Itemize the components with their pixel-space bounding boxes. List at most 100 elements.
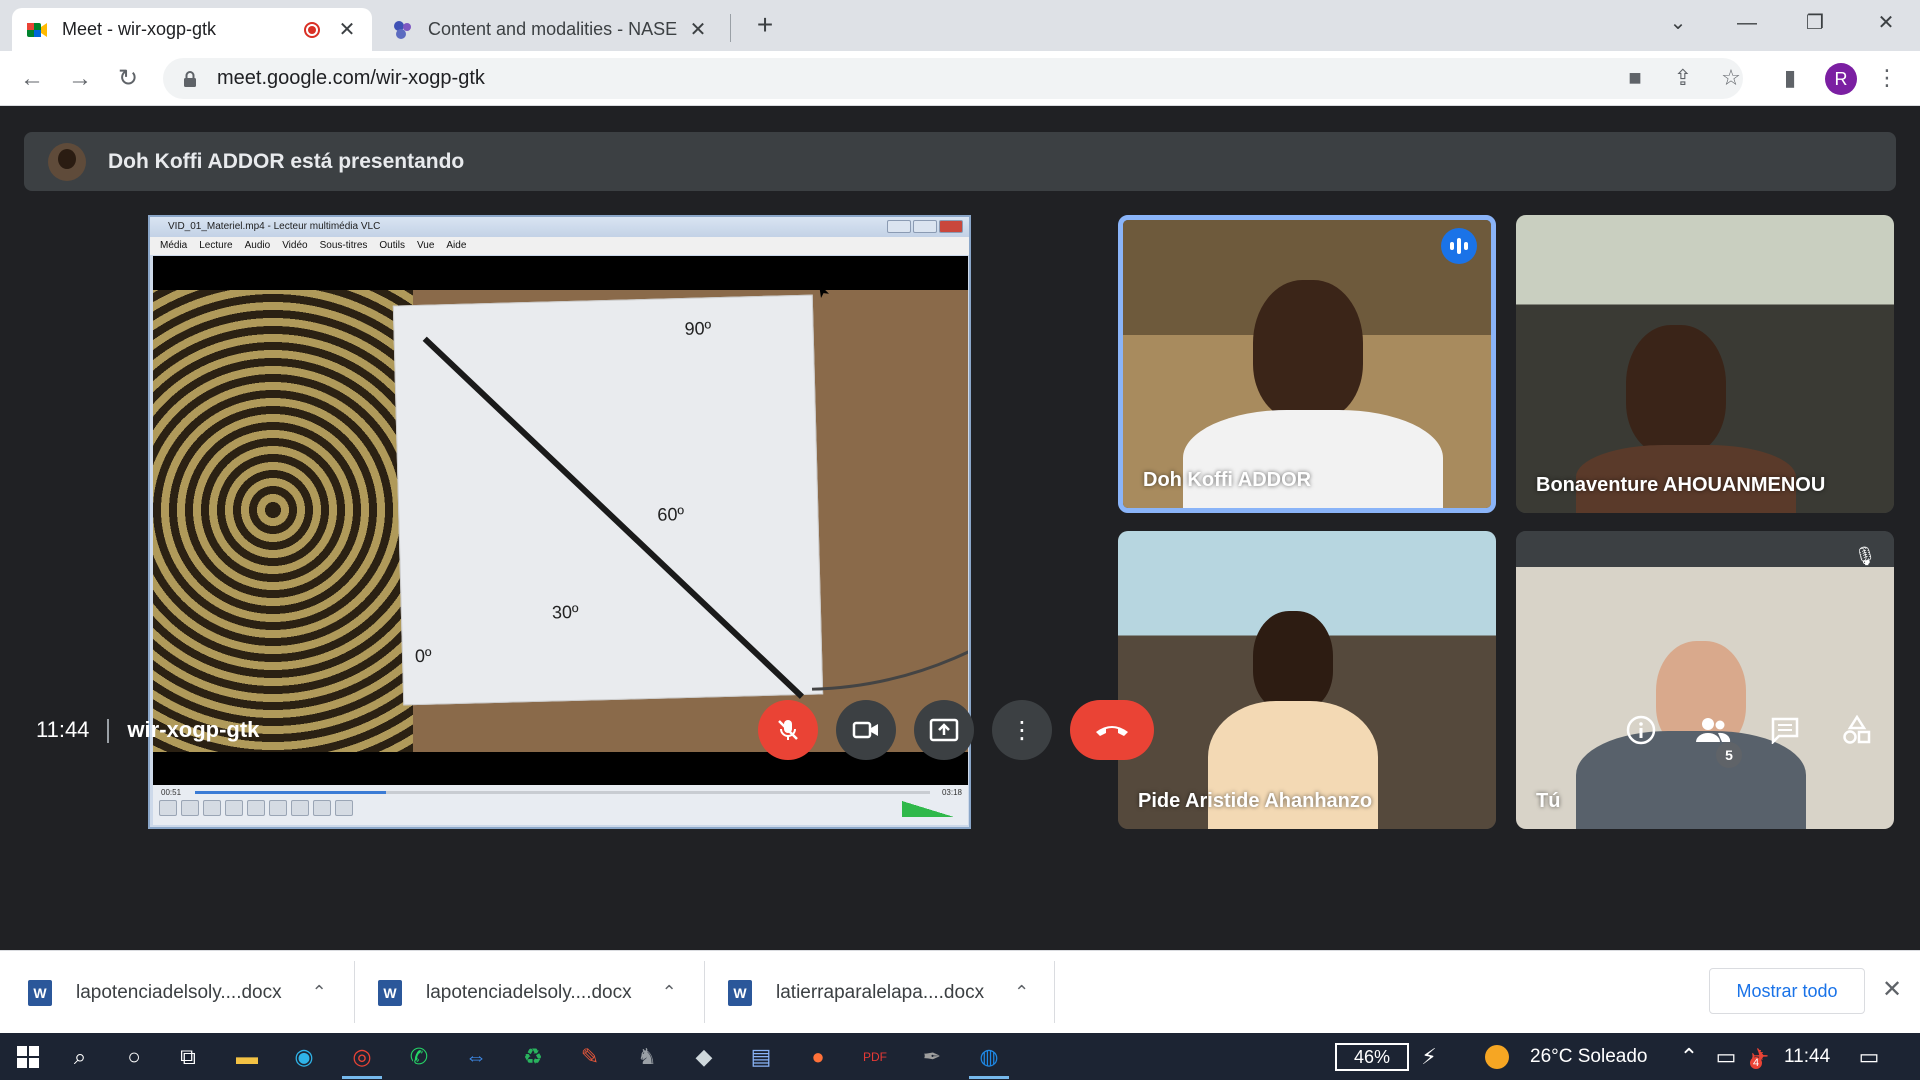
forward-button[interactable]: →	[62, 61, 98, 97]
close-window-button[interactable]: ✕	[1866, 8, 1906, 38]
reload-button[interactable]: ↻	[110, 61, 146, 97]
chevron-up-icon[interactable]: ⌃	[312, 982, 327, 1003]
tray-badge: 4	[1750, 1057, 1763, 1069]
vlc-seek-bar[interactable]	[195, 791, 930, 794]
vlc-seek-fill	[195, 791, 387, 794]
camera-in-use-icon[interactable]: ■	[1620, 63, 1650, 93]
speaking-indicator-icon	[1441, 228, 1477, 264]
participant-tile-pide-aristide[interactable]: Pide Aristide Ahanhanzo	[1118, 531, 1496, 829]
google-meet-icon	[27, 22, 47, 37]
tab-nase[interactable]: Content and modalities - NASE ✕	[378, 8, 723, 51]
presenting-banner: Doh Koffi ADDOR está presentando	[24, 132, 1896, 191]
red-app-icon[interactable]: ✎	[574, 1041, 606, 1073]
vlc-volume-slider[interactable]	[902, 801, 954, 817]
chevron-up-icon[interactable]: ⌃	[1673, 1041, 1705, 1073]
close-shelf-icon[interactable]: ✕	[1882, 975, 1902, 1004]
show-all-downloads-button[interactable]: Mostrar todo	[1709, 968, 1865, 1014]
file-explorer-icon[interactable]: ▬	[231, 1041, 263, 1073]
browser-toolbar: ← → ↻ meet.google.com/wir-xogp-gtk ■ ⇪ ☆…	[0, 51, 1920, 106]
weather-text[interactable]: 26°C Soleado	[1530, 1046, 1647, 1068]
participant-tile-bonaventure[interactable]: Bonaventure AHOUANMENOU	[1516, 215, 1894, 513]
firefox-icon[interactable]: ●	[802, 1041, 834, 1073]
vlc-next-icon[interactable]	[225, 800, 243, 816]
participant-name: Tú	[1536, 790, 1561, 812]
vlc-shuffle-icon[interactable]	[335, 800, 353, 816]
meeting-app-icon[interactable]: ◍	[973, 1041, 1005, 1073]
info-icon	[1626, 715, 1656, 745]
system-clock[interactable]: 11:44	[1784, 1046, 1830, 1068]
lock-icon	[184, 70, 196, 87]
green-app-icon[interactable]: ♻	[517, 1041, 549, 1073]
meeting-details-button[interactable]	[1616, 705, 1666, 755]
vlc-pause-icon[interactable]	[159, 800, 177, 816]
profile-avatar[interactable]: R	[1825, 63, 1857, 95]
scanner-app-icon[interactable]: ▤	[745, 1041, 777, 1073]
more-options-button[interactable]: ⋮	[992, 700, 1052, 760]
address-bar[interactable]: meet.google.com/wir-xogp-gtk	[163, 58, 1743, 99]
word-file-icon: W	[378, 979, 402, 1006]
camera-toggle-button[interactable]	[836, 700, 896, 760]
vlc-menu-item: Lecture	[199, 240, 233, 251]
browser-menu-icon[interactable]: ⋮	[1872, 63, 1902, 93]
vlc-stop-icon[interactable]	[203, 800, 221, 816]
teamviewer-icon[interactable]: ⇔	[460, 1041, 492, 1073]
app-icon[interactable]: ♞	[631, 1041, 663, 1073]
chevron-up-icon[interactable]: ⌃	[662, 982, 677, 1003]
vlc-extended-icon[interactable]	[269, 800, 287, 816]
participant-tile-doh-koffi-addor[interactable]: Doh Koffi ADDOR	[1118, 215, 1496, 513]
tab-meet[interactable]: Meet - wir-xogp-gtk ✕	[12, 8, 372, 51]
whatsapp-icon[interactable]: ✆	[403, 1041, 435, 1073]
chat-icon	[1771, 717, 1799, 744]
pendulum-rod	[422, 336, 804, 699]
download-item[interactable]: W lapotenciadelsoly....docx ⌃	[378, 951, 677, 1034]
active-app-indicator	[342, 1076, 382, 1079]
chrome-browser-icon[interactable]: ◎	[346, 1041, 378, 1073]
search-icon[interactable]: ⌕	[64, 1041, 96, 1073]
close-tab-icon[interactable]: ✕	[336, 17, 358, 42]
pen-app-icon[interactable]: ✒	[916, 1041, 948, 1073]
download-item[interactable]: W lapotenciadelsoly....docx ⌃	[28, 951, 327, 1034]
chevron-up-icon[interactable]: ⌃	[1014, 982, 1029, 1003]
hang-up-icon	[1096, 726, 1128, 736]
microphone-toggle-button[interactable]	[758, 700, 818, 760]
restore-button[interactable]: ❐	[1795, 8, 1835, 38]
close-tab-icon[interactable]: ✕	[687, 17, 709, 42]
shelf-divider	[704, 961, 705, 1023]
share-icon[interactable]: ⇪	[1668, 63, 1698, 93]
download-item[interactable]: W latierraparalelapa....docx ⌃	[728, 951, 1029, 1034]
notification-app-icon[interactable]: ✈	[1744, 1041, 1776, 1073]
vlc-fullscreen-icon[interactable]	[247, 800, 265, 816]
participant-tile-you[interactable]: 🎙 Tú	[1516, 531, 1894, 829]
activities-shapes-icon	[1843, 715, 1871, 744]
vlc-loop-icon[interactable]	[313, 800, 331, 816]
action-center-icon[interactable]: ▭	[1853, 1041, 1885, 1073]
new-tab-button[interactable]: +	[750, 10, 780, 40]
meet-tray-icon[interactable]: ▭	[1710, 1041, 1742, 1073]
minimize-button[interactable]: —	[1727, 8, 1767, 38]
inkscape-icon[interactable]: ◆	[688, 1041, 720, 1073]
activities-button[interactable]	[1832, 705, 1882, 755]
leave-call-button[interactable]	[1070, 700, 1154, 760]
side-panel-icon[interactable]: ▮	[1775, 63, 1805, 93]
battery-indicator[interactable]: 46%	[1335, 1043, 1409, 1071]
vlc-title-bar: VID_01_Materiel.mp4 - Lecteur multimédia…	[150, 217, 969, 237]
mic-off-icon	[778, 720, 798, 740]
edge-browser-icon[interactable]: ◉	[288, 1041, 320, 1073]
bookmark-star-icon[interactable]: ☆	[1716, 63, 1746, 93]
angle-label: 30º	[551, 601, 579, 623]
task-view-icon[interactable]: ⧉	[172, 1041, 204, 1073]
angle-label: 0º	[414, 645, 432, 667]
back-button[interactable]: ←	[14, 61, 50, 97]
cortana-icon[interactable]: ○	[118, 1041, 150, 1073]
vlc-menu-bar: Média Lecture Audio Vidéo Sous-titres Ou…	[150, 237, 969, 255]
present-screen-button[interactable]	[914, 700, 974, 760]
vlc-previous-icon[interactable]	[181, 800, 199, 816]
pdf-to-jpg-icon[interactable]: PDF	[859, 1041, 891, 1073]
recording-indicator-icon	[304, 21, 320, 38]
chat-button[interactable]	[1760, 705, 1810, 755]
windows-start-icon[interactable]	[12, 1041, 44, 1073]
vlc-playlist-icon[interactable]	[291, 800, 309, 816]
shelf-divider	[354, 961, 355, 1023]
tab-search-icon[interactable]: ⌄	[1658, 8, 1698, 38]
participant-name: Bonaventure AHOUANMENOU	[1536, 474, 1826, 496]
